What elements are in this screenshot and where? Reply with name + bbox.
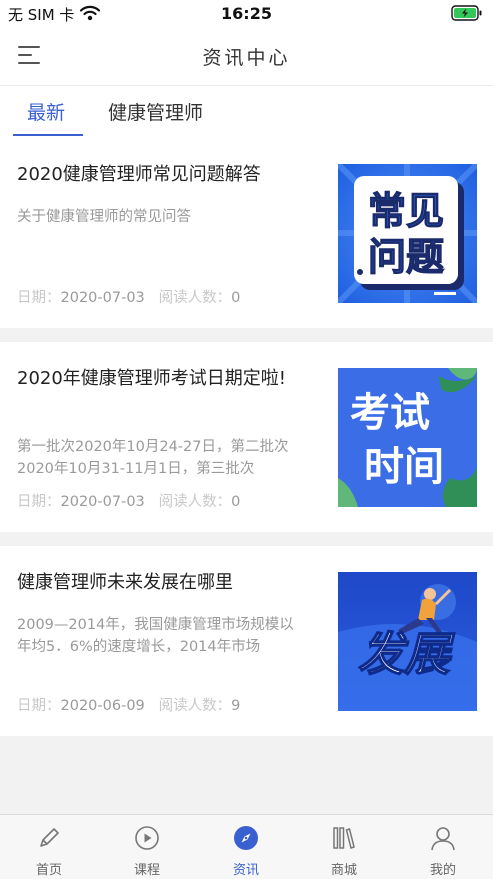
thumb-text-line1: 考试	[350, 390, 430, 436]
article-summary: 关于健康管理师的常见问答	[17, 209, 191, 225]
tab-mall[interactable]: 商城	[295, 815, 393, 879]
article-title: 健康管理师未来发展在哪里	[17, 572, 233, 593]
status-time: 16:25	[221, 4, 272, 23]
user-icon	[430, 825, 456, 851]
article-title: 2020年健康管理师考试日期定啦!	[17, 368, 287, 389]
tab-health-manager[interactable]: 健康管理师	[108, 98, 203, 125]
article-date: 2020-07-03	[60, 290, 145, 306]
article-thumbnail: 常见 问题	[338, 164, 477, 303]
play-circle-icon	[134, 825, 160, 851]
article-meta: 日期：2020-07-03 阅读人数：0	[17, 490, 240, 511]
article-summary: 第一批次2020年10月24-27日，第二批次2020年10月31-11月1日，…	[17, 439, 289, 477]
tab-label: 首页	[35, 863, 62, 878]
tab-label: 资讯	[232, 863, 259, 878]
tab-home[interactable]: 首页	[0, 815, 98, 879]
tab-label: 课程	[133, 863, 160, 878]
compass-icon	[233, 825, 259, 851]
date-label: 日期：	[17, 698, 61, 714]
tab-profile[interactable]: 我的	[394, 815, 492, 879]
tab-latest[interactable]: 最新	[27, 98, 65, 125]
navigation-bar: 资讯中心	[0, 28, 493, 86]
tab-label: 商城	[330, 863, 357, 878]
article-summary: 2009—2014年，我国健康管理市场规模以年均5．6%的速度增长，2014年市…	[17, 617, 294, 655]
article-reads: 9	[231, 698, 241, 714]
article-card[interactable]: 健康管理师未来发展在哪里 2009—2014年，我国健康管理市场规模以年均5．6…	[0, 546, 493, 736]
thumb-text-line1: 发展	[358, 627, 455, 681]
page-title: 资讯中心	[202, 47, 291, 69]
tab-label: 我的	[429, 863, 456, 878]
books-icon	[331, 825, 357, 851]
article-date: 2020-06-09	[60, 698, 145, 714]
reads-label: 阅读人数：	[158, 698, 232, 714]
tab-courses[interactable]: 课程	[98, 815, 196, 879]
status-bar: 无 SIM 卡 16:25	[0, 0, 493, 28]
article-meta: 日期：2020-07-03 阅读人数：0	[17, 286, 240, 307]
thumb-text-line1: 常见	[368, 189, 444, 233]
article-reads: 0	[231, 494, 241, 510]
article-date: 2020-07-03	[60, 494, 145, 510]
category-tabs: 最新 健康管理师	[0, 86, 493, 138]
date-label: 日期：	[17, 494, 61, 510]
reads-label: 阅读人数：	[158, 290, 232, 306]
article-reads: 0	[231, 290, 241, 306]
article-card[interactable]: 2020年健康管理师考试日期定啦! 第一批次2020年10月24-27日，第二批…	[0, 342, 493, 532]
article-meta: 日期：2020-06-09 阅读人数：9	[17, 694, 240, 715]
article-title: 2020健康管理师常见问题解答	[17, 164, 261, 185]
reads-label: 阅读人数：	[158, 494, 232, 510]
bottom-tab-bar: 首页 课程 资讯 商城 我的	[0, 814, 493, 879]
battery-icon	[451, 5, 483, 25]
pencil-icon	[36, 825, 62, 851]
article-card[interactable]: 2020健康管理师常见问题解答 关于健康管理师的常见问答 日期：2020-07-…	[0, 138, 493, 328]
thumb-text-line2: 问题	[368, 235, 444, 279]
article-thumbnail: 考试 时间	[338, 368, 477, 507]
article-thumbnail: 发展	[338, 572, 477, 711]
tab-news[interactable]: 资讯	[197, 815, 295, 879]
active-tab-indicator	[13, 134, 83, 136]
thumb-text-line2: 时间	[364, 444, 444, 490]
date-label: 日期：	[17, 290, 61, 306]
